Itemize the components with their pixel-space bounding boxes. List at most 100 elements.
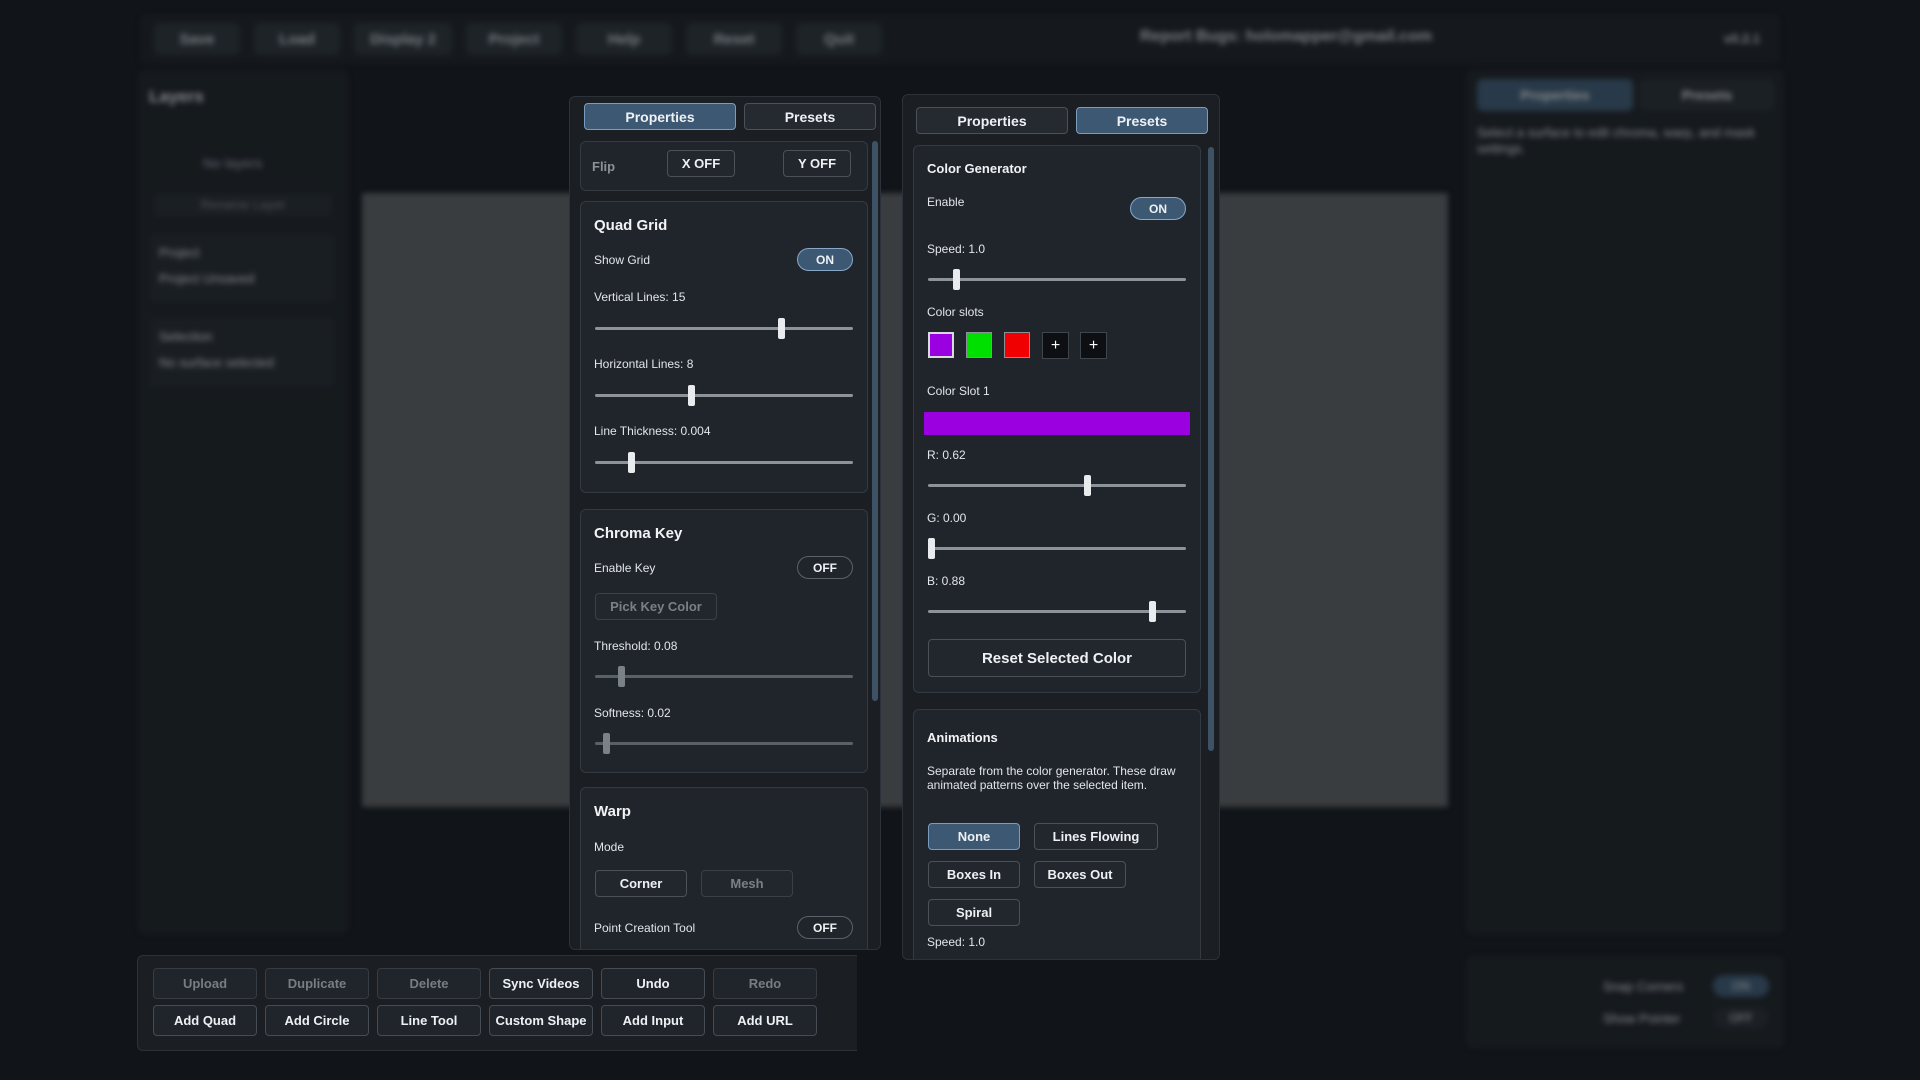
save-menu-button[interactable]: Save (154, 23, 240, 55)
animations-title: Animations (927, 730, 998, 745)
vertical-lines-slider-thumb[interactable] (778, 318, 786, 339)
flip-x-button[interactable]: X OFF (667, 150, 735, 177)
project-info-card: Project Project Unsaved (149, 233, 335, 303)
warp-mesh-button[interactable]: Mesh (701, 870, 793, 897)
presets-panel: Properties Presets Color Generator Enabl… (902, 94, 1220, 960)
color-speed-label: Speed: 1.0 (927, 242, 986, 256)
point-creation-tool-toggle[interactable]: OFF (797, 916, 853, 939)
warp-title: Warp (594, 803, 631, 820)
right-properties-tab[interactable]: Properties (1477, 79, 1633, 111)
rename-layer-input[interactable]: Rename Layer (153, 193, 333, 217)
color-speed-slider-thumb[interactable] (953, 269, 961, 290)
red-slider[interactable] (928, 484, 1186, 487)
color-slot-3[interactable] (1004, 332, 1030, 358)
undo-button[interactable]: Undo (601, 968, 705, 999)
vertical-lines-slider[interactable] (595, 327, 853, 330)
properties-scrollbar[interactable] (872, 141, 878, 701)
delete-button[interactable]: Delete (377, 968, 481, 999)
green-slider-thumb[interactable] (928, 538, 935, 559)
load-menu-button[interactable]: Load (254, 23, 340, 55)
custom-shape-button[interactable]: Custom Shape (489, 1005, 593, 1036)
add-circle-button[interactable]: Add Circle (265, 1005, 369, 1036)
warp-corner-button[interactable]: Corner (595, 870, 687, 897)
add-quad-button[interactable]: Add Quad (153, 1005, 257, 1036)
point-creation-tool-label: Point Creation Tool (594, 921, 696, 935)
threshold-slider-thumb[interactable] (617, 666, 625, 687)
presets-scrollbar[interactable] (1208, 147, 1214, 751)
chroma-key-card: Chroma Key Enable Key OFF Pick Key Color… (580, 509, 868, 773)
vertical-lines-label: Vertical Lines: 15 (594, 290, 686, 304)
color-slot-2[interactable] (966, 332, 992, 358)
animation-speed-label: Speed: 1.0 (927, 935, 986, 949)
show-pointer-label: Show Pointer (1603, 1011, 1681, 1026)
project-menu-button[interactable]: Project (466, 23, 562, 55)
add-input-button[interactable]: Add Input (601, 1005, 705, 1036)
line-thickness-slider-thumb[interactable] (627, 452, 635, 473)
red-label: R: 0.62 (927, 448, 966, 462)
show-grid-label: Show Grid (594, 253, 651, 267)
line-tool-button[interactable]: Line Tool (377, 1005, 481, 1036)
reset-selected-color-button[interactable]: Reset Selected Color (928, 639, 1186, 677)
animation-boxes-out-button[interactable]: Boxes Out (1034, 861, 1126, 888)
blue-slider[interactable] (928, 610, 1186, 613)
no-layers-text: No layers (203, 155, 263, 171)
upload-button[interactable]: Upload (153, 968, 257, 999)
layers-panel: Layers No layers Rename Layer Project Pr… (138, 70, 348, 934)
tab-properties-right[interactable]: Properties (916, 107, 1068, 134)
color-speed-slider[interactable] (928, 278, 1186, 281)
version-text: v0.2.1 (1724, 31, 1761, 46)
selection-info-card: Selection No surface selected (149, 317, 335, 387)
quad-grid-title: Quad Grid (594, 217, 668, 234)
horizontal-lines-slider-thumb[interactable] (687, 385, 695, 406)
quad-grid-card: Quad Grid Show Grid ON Vertical Lines: 1… (580, 201, 868, 493)
right-properties-panel: Properties Presets Select a surface to e… (1466, 70, 1784, 934)
animation-spiral-button[interactable]: Spiral (928, 899, 1020, 926)
add-url-button[interactable]: Add URL (713, 1005, 817, 1036)
green-slider[interactable] (928, 547, 1186, 550)
tab-presets[interactable]: Presets (744, 103, 876, 130)
enable-key-label: Enable Key (594, 561, 656, 575)
show-pointer-toggle[interactable]: OFF (1713, 1007, 1769, 1029)
warp-mode-label: Mode (594, 840, 625, 854)
snap-corners-toggle[interactable]: ON (1713, 975, 1769, 997)
enable-key-toggle[interactable]: OFF (797, 556, 853, 579)
pick-key-color-button[interactable]: Pick Key Color (595, 593, 717, 620)
add-color-slot-button[interactable]: + (1042, 332, 1069, 359)
red-slider-thumb[interactable] (1083, 475, 1091, 496)
selected-color-preview (924, 412, 1190, 435)
softness-slider-thumb[interactable] (602, 733, 610, 754)
redo-button[interactable]: Redo (713, 968, 817, 999)
tab-properties[interactable]: Properties (584, 103, 736, 130)
color-enable-toggle[interactable]: ON (1130, 197, 1186, 220)
animation-lines-flowing-button[interactable]: Lines Flowing (1034, 823, 1158, 850)
display-menu-button[interactable]: Display 2 (354, 23, 452, 55)
flip-card: Flip X OFF Y OFF (580, 141, 868, 191)
horizontal-lines-slider[interactable] (595, 394, 853, 397)
horizontal-lines-label: Horizontal Lines: 8 (594, 357, 694, 371)
animations-description: Separate from the color generator. These… (927, 764, 1176, 792)
blue-slider-thumb[interactable] (1148, 601, 1156, 622)
chroma-key-title: Chroma Key (594, 525, 683, 542)
help-menu-button[interactable]: Help (576, 23, 672, 55)
sync-videos-button[interactable]: Sync Videos (489, 968, 593, 999)
tab-presets-right[interactable]: Presets (1076, 107, 1208, 134)
right-presets-tab[interactable]: Presets (1639, 79, 1775, 111)
flip-y-button[interactable]: Y OFF (783, 150, 851, 177)
softness-slider[interactable] (595, 742, 853, 745)
color-slot-title: Color Slot 1 (927, 384, 990, 398)
show-grid-toggle[interactable]: ON (797, 248, 853, 271)
duplicate-button[interactable]: Duplicate (265, 968, 369, 999)
properties-panel: Properties Presets Flip X OFF Y OFF Quad… (569, 96, 881, 950)
add-color-slot-button-2[interactable]: + (1080, 332, 1107, 359)
snap-corners-label: Snap Corners (1603, 979, 1684, 994)
bottom-toolbar: Upload Duplicate Delete Sync Videos Undo… (137, 955, 857, 1051)
line-thickness-label: Line Thickness: 0.004 (594, 424, 711, 438)
blue-label: B: 0.88 (927, 574, 966, 588)
animation-boxes-in-button[interactable]: Boxes In (928, 861, 1020, 888)
animation-none-button[interactable]: None (928, 823, 1020, 850)
threshold-slider[interactable] (595, 675, 853, 678)
quit-menu-button[interactable]: Quit (796, 23, 882, 55)
threshold-label: Threshold: 0.08 (594, 639, 678, 653)
color-slot-1[interactable] (928, 332, 954, 358)
reset-menu-button[interactable]: Reset (686, 23, 782, 55)
